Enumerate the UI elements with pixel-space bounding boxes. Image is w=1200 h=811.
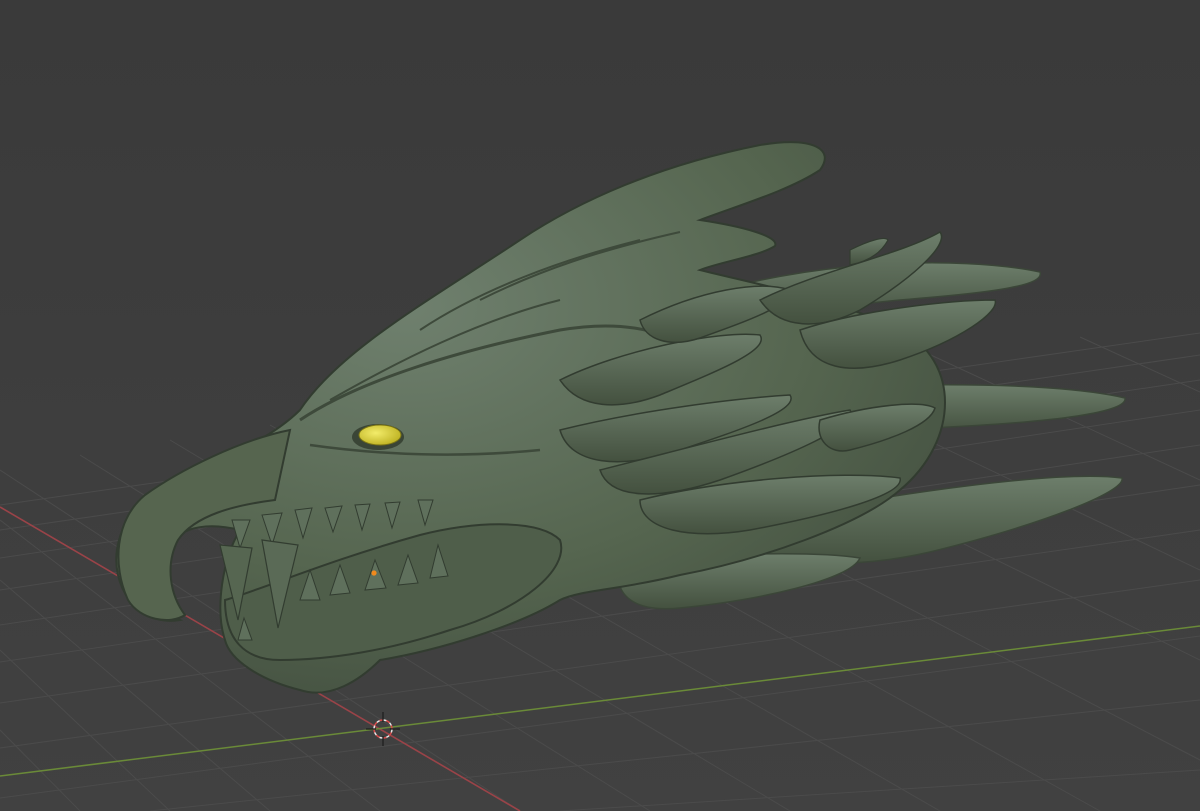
object-origin-marker [371, 570, 377, 576]
viewport-canvas[interactable] [0, 0, 1200, 811]
dragon-eye [358, 424, 402, 446]
3d-viewport[interactable] [0, 0, 1200, 811]
